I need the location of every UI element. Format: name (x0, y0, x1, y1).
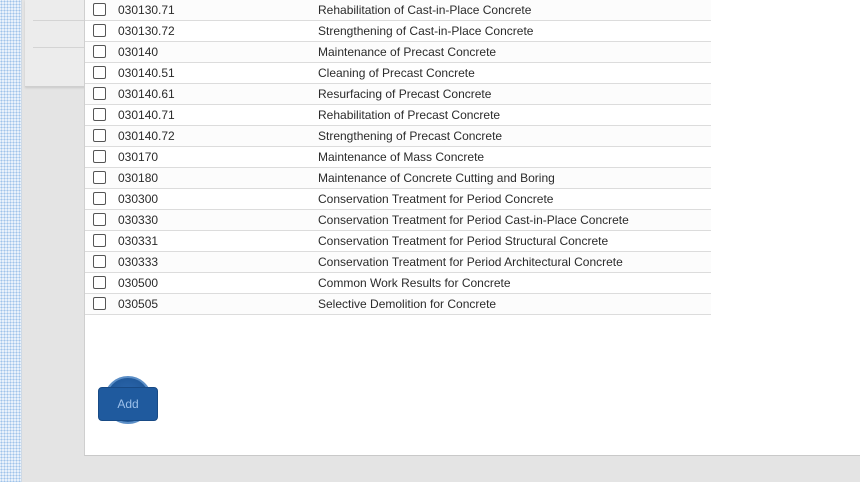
section-title: Strengthening of Cast-in-Place Concrete (318, 24, 534, 38)
section-code: 030330 (118, 213, 159, 227)
section-code: 030140.61 (118, 87, 175, 101)
app-window: 030130.71 Rehabilitation of Cast-in-Place… (0, 0, 860, 482)
section-title: Resurfacing of Precast Concrete (318, 87, 492, 101)
table-row[interactable]: 030130.72 Strengthening of Cast-in-Place … (85, 21, 711, 42)
section-title: Maintenance of Mass Concrete (318, 150, 485, 164)
row-checkbox[interactable] (93, 129, 106, 142)
section-title: Conservation Treatment for Period Cast-i… (318, 213, 629, 227)
table-row[interactable]: 030140 Maintenance of Precast Concrete (85, 42, 711, 63)
table-row[interactable]: 030180 Maintenance of Concrete Cutting an… (85, 168, 711, 189)
row-checkbox[interactable] (93, 192, 106, 205)
table-row[interactable]: 030300 Conservation Treatment for Period … (85, 189, 711, 210)
row-checkbox[interactable] (93, 66, 106, 79)
section-code: 030170 (118, 150, 159, 164)
table-row[interactable]: 030140.71 Rehabilitation of Precast Concr… (85, 105, 711, 126)
section-title: Cleaning of Precast Concrete (318, 66, 475, 80)
table-row[interactable]: 030140.72 Strengthening of Precast Concre… (85, 126, 711, 147)
section-code: 030140 (118, 45, 159, 59)
section-picker-panel: 030130.71 Rehabilitation of Cast-in-Place… (84, 0, 860, 456)
table-row[interactable]: 030500 Common Work Results for Concrete (85, 273, 711, 294)
section-title: Selective Demolition for Concrete (318, 297, 497, 311)
add-button-label: Add (117, 397, 139, 411)
row-checkbox[interactable] (93, 297, 106, 310)
section-code: 030180 (118, 171, 159, 185)
row-checkbox[interactable] (93, 24, 106, 37)
row-checkbox[interactable] (93, 276, 106, 289)
table-row[interactable]: 030140.51 Cleaning of Precast Concrete (85, 63, 711, 84)
left-edge-strip (0, 0, 22, 482)
section-title: Rehabilitation of Cast-in-Place Concrete (318, 3, 532, 17)
row-checkbox[interactable] (93, 45, 106, 58)
section-code: 030140.71 (118, 108, 175, 122)
table-row[interactable]: 030330 Conservation Treatment for Period … (85, 210, 711, 231)
section-title: Maintenance of Concrete Cutting and Bori… (318, 171, 555, 185)
table-row[interactable]: 030333 Conservation Treatment for Period … (85, 252, 711, 273)
row-checkbox[interactable] (93, 171, 106, 184)
table-row[interactable]: 030140.61 Resurfacing of Precast Concrete (85, 84, 711, 105)
section-code: 030130.72 (118, 24, 175, 38)
add-button[interactable]: Add (98, 376, 158, 422)
section-title: Common Work Results for Concrete (318, 276, 511, 290)
section-code: 030140.51 (118, 66, 175, 80)
row-checkbox[interactable] (93, 255, 106, 268)
row-checkbox[interactable] (93, 150, 106, 163)
row-checkbox[interactable] (93, 213, 106, 226)
table-row[interactable]: 030130.71 Rehabilitation of Cast-in-Place… (85, 0, 711, 21)
section-code: 030505 (118, 297, 159, 311)
table-row[interactable]: 030331 Conservation Treatment for Period … (85, 231, 711, 252)
section-code: 030130.71 (118, 3, 175, 17)
section-code: 030500 (118, 276, 159, 290)
section-code: 030300 (118, 192, 159, 206)
row-checkbox[interactable] (93, 3, 106, 16)
section-code: 030331 (118, 234, 159, 248)
table-row[interactable]: 030505 Selective Demolition for Concrete (85, 294, 711, 315)
row-checkbox[interactable] (93, 234, 106, 247)
section-title: Conservation Treatment for Period Archit… (318, 255, 623, 269)
row-checkbox[interactable] (93, 87, 106, 100)
section-title: Conservation Treatment for Period Struct… (318, 234, 609, 248)
row-checkbox[interactable] (93, 108, 106, 121)
section-code: 030140.72 (118, 129, 175, 143)
section-list: 030130.71 Rehabilitation of Cast-in-Place… (85, 0, 711, 315)
section-title: Strengthening of Precast Concrete (318, 129, 503, 143)
section-title: Rehabilitation of Precast Concrete (318, 108, 501, 122)
table-row[interactable]: 030170 Maintenance of Mass Concrete (85, 147, 711, 168)
section-title: Maintenance of Precast Concrete (318, 45, 497, 59)
add-button-wrapper: Add (98, 376, 158, 426)
section-code: 030333 (118, 255, 159, 269)
section-title: Conservation Treatment for Period Concre… (318, 192, 554, 206)
